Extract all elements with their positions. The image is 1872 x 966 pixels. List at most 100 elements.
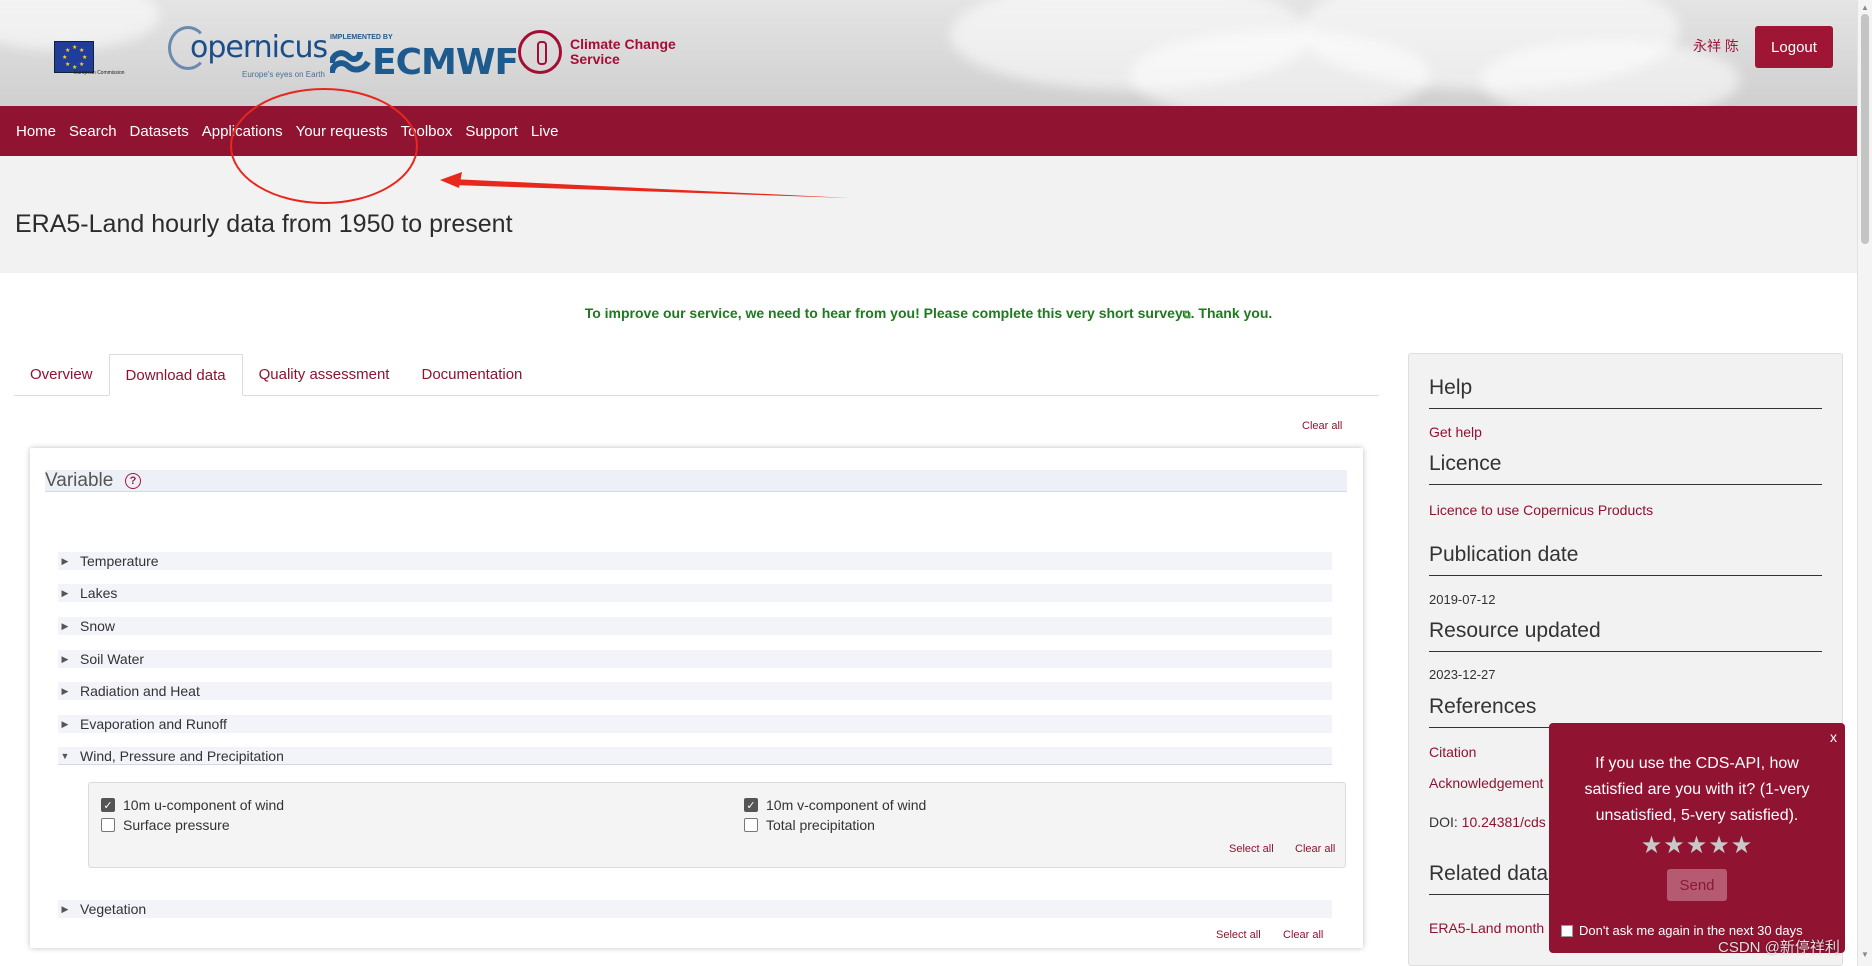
- help-icon[interactable]: ?: [125, 473, 141, 489]
- group-radiation-and-heat[interactable]: ▶ Radiation and Heat: [58, 682, 1332, 700]
- page-scrollbar[interactable]: ▲ ▼: [1857, 0, 1872, 966]
- related-data-link[interactable]: ERA5-Land month: [1429, 920, 1544, 936]
- nav-item-toolbox[interactable]: Toolbox: [401, 123, 453, 140]
- select-all-variables-link[interactable]: Select all: [1216, 929, 1261, 941]
- tab-quality-assessment[interactable]: Quality assessment: [243, 354, 406, 396]
- clear-all-variables-link[interactable]: Clear all: [1283, 929, 1323, 941]
- scrollbar-thumb[interactable]: [1861, 14, 1869, 244]
- checkbox-checked-icon[interactable]: ✓: [101, 798, 115, 812]
- collapse-arrow-icon: ▼: [60, 750, 70, 761]
- survey-link[interactable]: this very short survey⧉: [1037, 305, 1190, 321]
- option-label: Surface pressure: [123, 817, 230, 833]
- group-label: Wind, Pressure and Precipitation: [80, 747, 284, 764]
- nav-item-your-requests[interactable]: Your requests: [296, 123, 388, 140]
- scroll-down-icon[interactable]: ▼: [1861, 950, 1869, 959]
- nav-item-home[interactable]: Home: [16, 123, 56, 140]
- clear-all-form-link[interactable]: Clear all: [1302, 420, 1342, 432]
- option-10m-u-wind[interactable]: ✓ 10m u-component of wind: [101, 797, 284, 813]
- send-button[interactable]: Send: [1667, 869, 1727, 901]
- group-label: Temperature: [80, 553, 159, 569]
- variable-card: Variable ? ▶ Temperature ▶ Lakes ▶ Snow …: [30, 448, 1363, 948]
- option-10m-v-wind[interactable]: ✓ 10m v-component of wind: [744, 797, 926, 813]
- group-label: Lakes: [80, 585, 118, 601]
- thermometer-icon: [518, 30, 562, 74]
- main-nav: Home Search Datasets Applications Your r…: [0, 106, 1857, 156]
- logout-button[interactable]: Logout: [1755, 26, 1833, 68]
- copernicus-ring-icon: [168, 26, 208, 70]
- scroll-up-icon[interactable]: ▲: [1861, 3, 1869, 12]
- nav-item-search[interactable]: Search: [69, 123, 117, 140]
- doi-label: DOI:: [1429, 814, 1462, 830]
- group-temperature[interactable]: ▶ Temperature: [58, 552, 1332, 570]
- group-label: Soil Water: [80, 651, 145, 667]
- nav-item-support[interactable]: Support: [465, 123, 518, 140]
- c3s-line-1: Climate Change: [570, 36, 676, 52]
- group-snow[interactable]: ▶ Snow: [58, 617, 1332, 635]
- c3s-line-2: Service: [570, 51, 620, 67]
- eu-logo-text: European Commission: [74, 70, 125, 76]
- watermark: CSDN @新停祥利: [1718, 939, 1840, 956]
- licence-heading: Licence: [1429, 452, 1822, 485]
- survey-prefix: To improve our service, we need to hear …: [584, 305, 1038, 321]
- close-icon[interactable]: x: [1830, 729, 1837, 745]
- doi: DOI: 10.24381/cds: [1429, 814, 1546, 830]
- external-link-icon: ⧉: [1182, 309, 1191, 321]
- copernicus-tagline: Europe's eyes on Earth: [242, 70, 325, 79]
- licence-link[interactable]: Licence to use Copernicus Products: [1429, 502, 1653, 518]
- nav-item-applications[interactable]: Applications: [202, 123, 283, 140]
- checkbox-checked-icon[interactable]: ✓: [744, 798, 758, 812]
- user-name[interactable]: 永祥 陈: [1693, 36, 1739, 56]
- eu-flag-icon: ★ ★ ★ ★ ★ ★ ★ ★: [54, 41, 94, 73]
- checkbox-icon[interactable]: [1561, 924, 1573, 937]
- expand-arrow-icon: ▶: [61, 555, 69, 566]
- resource-updated-heading: Resource updated: [1429, 619, 1822, 652]
- tab-documentation[interactable]: Documentation: [405, 354, 538, 396]
- group-soil-water[interactable]: ▶ Soil Water: [58, 650, 1332, 668]
- group-wind-pressure-precipitation[interactable]: ▼ Wind, Pressure and Precipitation: [58, 747, 1332, 765]
- ecmwf-implemented-by: IMPLEMENTED BY: [330, 34, 393, 41]
- checkbox-icon[interactable]: [744, 818, 758, 832]
- get-help-link[interactable]: Get help: [1429, 424, 1482, 440]
- survey-link-text: this very short survey: [1037, 305, 1183, 321]
- copernicus-wordmark: opernicus: [190, 30, 328, 65]
- expand-arrow-icon: ▶: [61, 685, 69, 696]
- expand-arrow-icon: ▶: [61, 718, 69, 729]
- option-surface-pressure[interactable]: Surface pressure: [101, 817, 230, 833]
- page-title: ERA5-Land hourly data from 1950 to prese…: [15, 210, 513, 238]
- expand-arrow-icon: ▶: [61, 653, 69, 664]
- copernicus-logo[interactable]: opernicus Europe's eyes on Earth: [168, 26, 328, 79]
- expand-arrow-icon: ▶: [61, 903, 69, 914]
- dataset-tabs: Overview Download data Quality assessmen…: [14, 354, 1379, 396]
- resource-updated-date: 2023-12-27: [1429, 667, 1496, 682]
- option-label: 10m u-component of wind: [123, 797, 285, 813]
- group-label: Vegetation: [80, 901, 147, 917]
- nav-item-datasets[interactable]: Datasets: [130, 123, 189, 140]
- wind-options-panel: ✓ 10m u-component of wind ✓ 10m v-compon…: [88, 782, 1346, 868]
- group-vegetation[interactable]: ▶ Vegetation: [58, 900, 1332, 918]
- group-evaporation-and-runoff[interactable]: ▶ Evaporation and Runoff: [58, 715, 1332, 733]
- group-label: Radiation and Heat: [80, 683, 200, 699]
- cds-api-feedback-popup: x If you use the CDS-API, how satisfied …: [1549, 723, 1845, 953]
- publication-date: 2019-07-12: [1429, 592, 1496, 607]
- european-commission-logo[interactable]: ★ ★ ★ ★ ★ ★ ★ ★ European Commission: [54, 26, 144, 88]
- group-lakes[interactable]: ▶ Lakes: [58, 584, 1332, 602]
- checkbox-icon[interactable]: [101, 818, 115, 832]
- option-total-precipitation[interactable]: Total precipitation: [744, 817, 875, 833]
- climate-change-service-logo[interactable]: Climate Change Service: [518, 30, 676, 74]
- feedback-question: If you use the CDS-API, how satisfied ar…: [1584, 755, 1810, 824]
- ecmwf-logo[interactable]: IMPLEMENTED BY ECMWF: [330, 34, 519, 83]
- select-all-wind-link[interactable]: Select all: [1229, 843, 1274, 855]
- ecmwf-wave-icon: [330, 49, 371, 73]
- clear-all-wind-link[interactable]: Clear all: [1295, 843, 1335, 855]
- citation-link[interactable]: Citation: [1429, 744, 1476, 760]
- tab-overview[interactable]: Overview: [14, 354, 109, 396]
- tab-download-data[interactable]: Download data: [108, 354, 243, 396]
- group-label: Snow: [80, 618, 116, 634]
- variable-card-header: Variable ?: [45, 470, 1347, 492]
- nav-item-live[interactable]: Live: [531, 123, 559, 140]
- star-rating[interactable]: ★★★★★: [1549, 831, 1845, 860]
- expand-arrow-icon: ▶: [61, 587, 69, 598]
- ecmwf-wordmark: ECMWF: [372, 42, 519, 83]
- acknowledgement-link[interactable]: Acknowledgement: [1429, 775, 1543, 791]
- doi-link[interactable]: 10.24381/cds: [1462, 814, 1546, 830]
